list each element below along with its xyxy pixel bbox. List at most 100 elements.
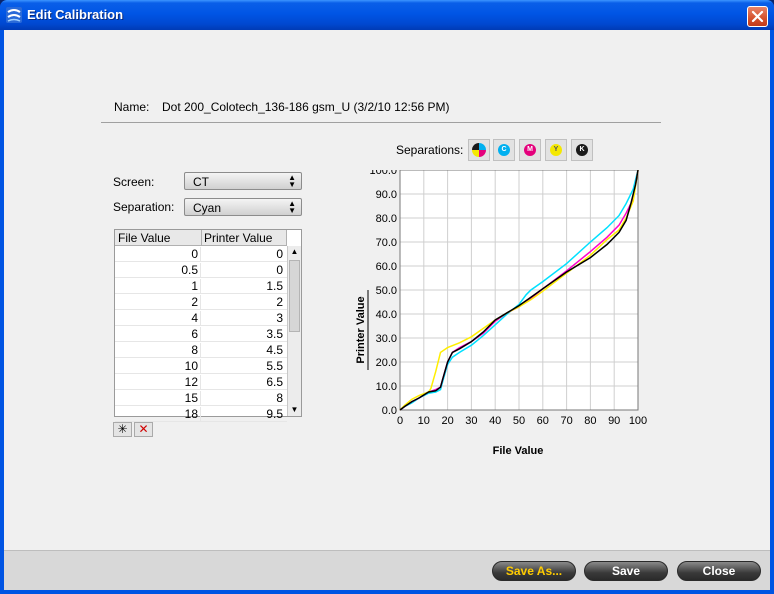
file-value-cell[interactable]: 8 bbox=[115, 343, 201, 358]
column-divider bbox=[201, 230, 202, 246]
y-tick-label: 10.0 bbox=[376, 381, 397, 393]
printer-value-cell[interactable]: 3 bbox=[201, 311, 287, 325]
calibration-chart[interactable]: 0 10 20 30 40 50 60 70 80 90 100 0.0 10.0 20.0 30.0 40.… bbox=[344, 170, 664, 480]
x-tick-label: 20 bbox=[441, 415, 453, 427]
file-value-cell[interactable]: 4 bbox=[115, 311, 201, 326]
x-axis-label: File Value bbox=[493, 445, 544, 457]
screen-value: CT bbox=[193, 175, 209, 189]
x-tick-label: 80 bbox=[584, 415, 596, 427]
window-title: Edit Calibration bbox=[27, 7, 124, 22]
name-label: Name: bbox=[114, 100, 150, 114]
table-row[interactable]: 0.5 0 bbox=[115, 262, 287, 278]
yellow-icon: Y bbox=[550, 144, 562, 156]
table-row[interactable]: 1 1.5 bbox=[115, 278, 287, 294]
printer-value-cell[interactable]: 6.5 bbox=[201, 375, 287, 389]
table-row[interactable]: 8 4.5 bbox=[115, 342, 287, 358]
file-value-cell[interactable]: 18 bbox=[115, 407, 201, 422]
x-tick-label: 0 bbox=[397, 415, 403, 427]
x-tick-label: 30 bbox=[465, 415, 477, 427]
add-point-button[interactable]: ✳ bbox=[113, 422, 132, 437]
x-tick-label: 40 bbox=[489, 415, 501, 427]
separations-label: Separations: bbox=[396, 143, 464, 157]
y-tick-label: 60.0 bbox=[376, 261, 397, 273]
scroll-down-arrow-icon[interactable]: ▼ bbox=[288, 404, 301, 416]
printer-value-cell[interactable]: 0 bbox=[201, 247, 287, 261]
y-tick-label: 40.0 bbox=[376, 309, 397, 321]
printer-value-cell[interactable]: 9.5 bbox=[201, 407, 287, 421]
printer-value-cell[interactable]: 3.5 bbox=[201, 327, 287, 341]
title-bar[interactable]: Edit Calibration bbox=[0, 0, 774, 30]
save-as-button[interactable]: Save As... bbox=[492, 561, 576, 581]
close-icon bbox=[751, 10, 764, 23]
table-header: File Value Printer Value bbox=[115, 230, 287, 246]
printer-value-cell[interactable]: 2 bbox=[201, 295, 287, 309]
separation-dropdown[interactable]: Cyan ▲ ▼ bbox=[184, 198, 302, 216]
y-tick-label: 0.0 bbox=[382, 405, 397, 417]
scroll-up-arrow-icon[interactable]: ▲ bbox=[288, 246, 301, 258]
calibration-table[interactable]: File Value Printer Value 0 0 0.5 0 1 1.5 2 2 4 3 6… bbox=[114, 229, 302, 422]
table-row[interactable]: 43 bbox=[115, 310, 287, 326]
vertical-scrollbar[interactable]: ▲ ▼ bbox=[287, 246, 301, 416]
y-tick-label: 50.0 bbox=[376, 285, 397, 297]
file-value-cell[interactable]: 2 bbox=[115, 295, 201, 310]
dialog-body: Name: Dot 200_Colotech_136-186 gsm_U (3/… bbox=[4, 30, 770, 590]
file-value-cell[interactable]: 15 bbox=[115, 391, 201, 406]
separation-magenta-button[interactable]: M bbox=[519, 139, 541, 161]
updown-arrow-icon: ▲ ▼ bbox=[288, 173, 296, 189]
printer-value-cell[interactable]: 4.5 bbox=[201, 343, 287, 357]
table-row[interactable]: 6 3.5 bbox=[115, 326, 287, 342]
cyan-icon: C bbox=[498, 144, 510, 156]
divider bbox=[101, 122, 661, 123]
y-tick-label: 20.0 bbox=[376, 357, 397, 369]
magenta-icon: M bbox=[524, 144, 536, 156]
separation-black-button[interactable]: K bbox=[571, 139, 593, 161]
separation-yellow-button[interactable]: Y bbox=[545, 139, 567, 161]
black-icon: K bbox=[576, 144, 588, 156]
column-header-printer-value[interactable]: Printer Value bbox=[204, 231, 272, 245]
x-tick-label: 10 bbox=[418, 415, 430, 427]
button-bar: Save As... Save Close bbox=[4, 550, 770, 590]
printer-value-cell[interactable]: 1.5 bbox=[201, 279, 287, 293]
edit-calibration-window: Edit Calibration Name: Dot 200_Colotech_… bbox=[0, 0, 774, 594]
cmyk-wheel-icon bbox=[472, 143, 486, 157]
y-axis-label: Printer Value bbox=[355, 296, 367, 363]
name-value: Dot 200_Colotech_136-186 gsm_U (3/2/10 1… bbox=[162, 100, 450, 114]
table-row[interactable]: 00 bbox=[115, 246, 287, 262]
x-tick-label: 50 bbox=[513, 415, 525, 427]
printer-value-cell[interactable]: 0 bbox=[201, 263, 287, 277]
separation-all-button[interactable] bbox=[468, 139, 490, 161]
scroll-thumb[interactable] bbox=[289, 260, 300, 332]
printer-value-cell[interactable]: 5.5 bbox=[201, 359, 287, 373]
file-value-cell[interactable]: 6 bbox=[115, 327, 201, 342]
y-tick-label: 90.0 bbox=[376, 189, 397, 201]
table-row[interactable]: 12 6.5 bbox=[115, 374, 287, 390]
separation-value: Cyan bbox=[193, 201, 222, 215]
save-button[interactable]: Save bbox=[584, 561, 668, 581]
y-tick-label: 80.0 bbox=[376, 213, 397, 225]
table-row[interactable]: 22 bbox=[115, 294, 287, 310]
column-header-file-value[interactable]: File Value bbox=[118, 231, 170, 245]
x-tick-label: 60 bbox=[537, 415, 549, 427]
separation-cyan-button[interactable]: C bbox=[493, 139, 515, 161]
table-row[interactable]: 15 8 bbox=[115, 390, 287, 406]
file-value-cell[interactable]: 0.5 bbox=[115, 263, 201, 278]
table-row[interactable]: 10 5.5 bbox=[115, 358, 287, 374]
app-icon bbox=[6, 7, 22, 23]
table-body: 0 0 0.5 0 1 1.5 2 2 4 3 6 3.5 8 4.5 10 5.5 12 6.5 15 8 18 9.5 bbox=[115, 246, 287, 422]
file-value-cell[interactable]: 12 bbox=[115, 375, 201, 390]
y-tick-label: 30.0 bbox=[376, 333, 397, 345]
table-row[interactable]: 18 9.5 bbox=[115, 406, 287, 422]
screen-label: Screen: bbox=[113, 175, 155, 189]
close-window-button[interactable] bbox=[747, 6, 768, 27]
file-value-cell[interactable]: 0 bbox=[115, 247, 201, 262]
file-value-cell[interactable]: 10 bbox=[115, 359, 201, 374]
column-divider bbox=[286, 230, 287, 246]
y-tick-label: 70.0 bbox=[376, 237, 397, 249]
file-value-cell[interactable]: 1 bbox=[115, 279, 201, 294]
printer-value-cell[interactable]: 8 bbox=[201, 391, 287, 405]
delete-x-icon: ✕ bbox=[138, 422, 149, 436]
x-tick-label: 70 bbox=[560, 415, 572, 427]
delete-point-button[interactable]: ✕ bbox=[134, 422, 153, 437]
close-button[interactable]: Close bbox=[677, 561, 761, 581]
screen-dropdown[interactable]: CT ▲ ▼ bbox=[184, 172, 302, 190]
